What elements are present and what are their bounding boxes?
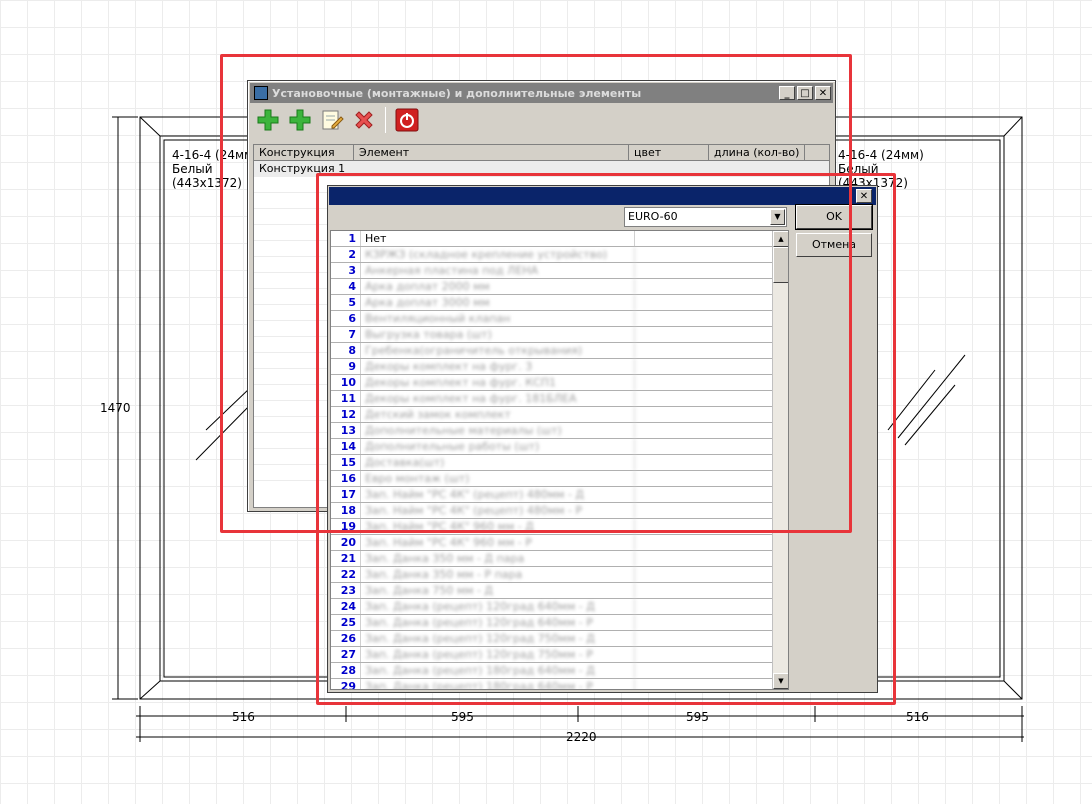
dimension-seg2: 595 <box>451 710 474 724</box>
height-dimension: 1470 <box>100 401 131 415</box>
dimension-seg3: 595 <box>686 710 709 724</box>
dimension-seg4: 516 <box>906 710 929 724</box>
dimension-seg1: 516 <box>232 710 255 724</box>
highlight-box-dialog <box>316 173 896 705</box>
dimension-total: 2220 <box>566 730 597 744</box>
